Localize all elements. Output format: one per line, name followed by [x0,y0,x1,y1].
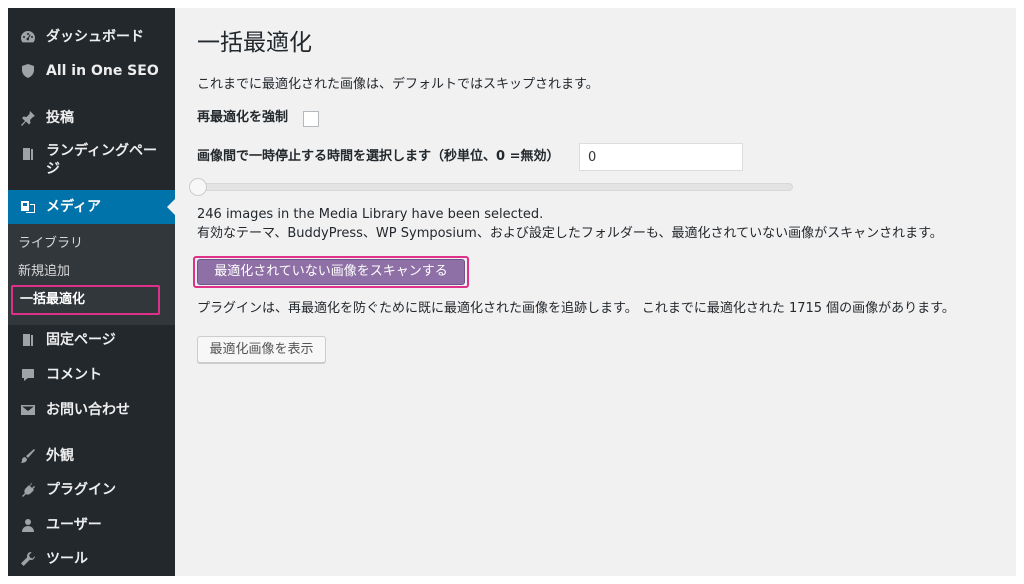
intro-text: これまでに最適化された画像は、デフォルトではスキップされます。 [197,77,599,92]
main-content: 一括最適化 これまでに最適化された画像は、デフォルトではスキップされます。 再最… [175,8,1016,576]
dashboard-icon [18,27,38,47]
selected-images-text: 246 images in the Media Library have bee… [197,207,544,222]
page-title: 一括最適化 [197,30,312,56]
sidebar-item-label: コメント [46,367,102,383]
sidebar-item-posts[interactable]: 投稿 [8,105,175,131]
scan-scope-note: 有効なテーマ、BuddyPress、WP Symposium、および設定したフォ… [197,226,943,241]
sidebar-item-plugins[interactable]: プラグイン [8,476,175,504]
user-icon [18,515,38,535]
force-reoptimize-checkbox[interactable] [303,111,319,127]
pause-slider-track[interactable] [195,183,793,191]
sidebar-item-media[interactable]: メディア [8,190,175,224]
plugin-icon [18,480,38,500]
sidebar-item-comments[interactable]: コメント [8,361,175,389]
sidebar-item-label: ツール [46,551,88,567]
media-submenu: ライブラリ 新規追加 一括最適化 [8,224,175,325]
appearance-icon [18,446,38,466]
sidebar-item-label: 外観 [46,448,74,464]
sidebar-item-label: お問い合わせ [46,402,130,418]
pin-icon [18,108,38,128]
pages-icon [18,330,38,350]
sidebar-item-landing-pages[interactable]: ランディングページ [8,140,175,180]
pause-time-input[interactable] [579,143,743,171]
show-optimized-button[interactable]: 最適化画像を表示 [197,336,326,363]
sidebar-item-label: 投稿 [46,110,74,126]
sidebar-item-label: プラグイン [46,482,116,498]
sidebar-item-label: ダッシュボード [46,29,144,45]
submenu-item-library[interactable]: ライブラリ [18,235,83,253]
sidebar-item-label: ランディングページ [46,143,158,177]
sidebar-item-tools[interactable]: ツール [8,545,175,573]
submenu-item-bulk-optimize[interactable]: 一括最適化 [11,285,160,315]
pause-slider-handle[interactable] [189,178,207,196]
sidebar-item-pages[interactable]: 固定ページ [8,326,175,354]
shield-icon [18,61,38,81]
force-reoptimize-label: 再最適化を強制 [197,110,289,125]
sidebar-item-label: 固定ページ [46,332,116,348]
comment-icon [18,365,38,385]
sidebar-item-appearance[interactable]: 外観 [8,442,175,470]
admin-frame: ダッシュボード All in One SEO 投稿 ランディングページ メディア [8,8,1016,576]
sidebar-item-contact[interactable]: お問い合わせ [8,396,175,424]
submenu-item-add-new[interactable]: 新規追加 [18,263,70,281]
sidebar-item-label: All in One SEO [46,63,159,79]
sidebar-item-users[interactable]: ユーザー [8,511,175,539]
page-icon [18,144,38,164]
sidebar-item-label: ユーザー [46,517,102,533]
mail-icon [18,400,38,420]
sidebar-item-dashboard[interactable]: ダッシュボード [8,24,175,50]
sidebar-item-label: メディア [46,199,102,215]
admin-sidebar: ダッシュボード All in One SEO 投稿 ランディングページ メディア [8,8,175,576]
current-indicator [167,199,175,215]
wrench-icon [18,549,38,569]
scan-unoptimized-button[interactable]: 最適化されていない画像をスキャンする [197,259,465,285]
sidebar-item-all-in-one-seo[interactable]: All in One SEO [8,58,175,84]
tracking-note: プラグインは、再最適化を防ぐために既に最適化された画像を追跡します。 これまでに… [197,301,955,316]
media-icon [18,197,38,217]
pause-time-label: 画像間で一時停止する時間を選択します（秒単位、0 =無効） [197,149,560,164]
